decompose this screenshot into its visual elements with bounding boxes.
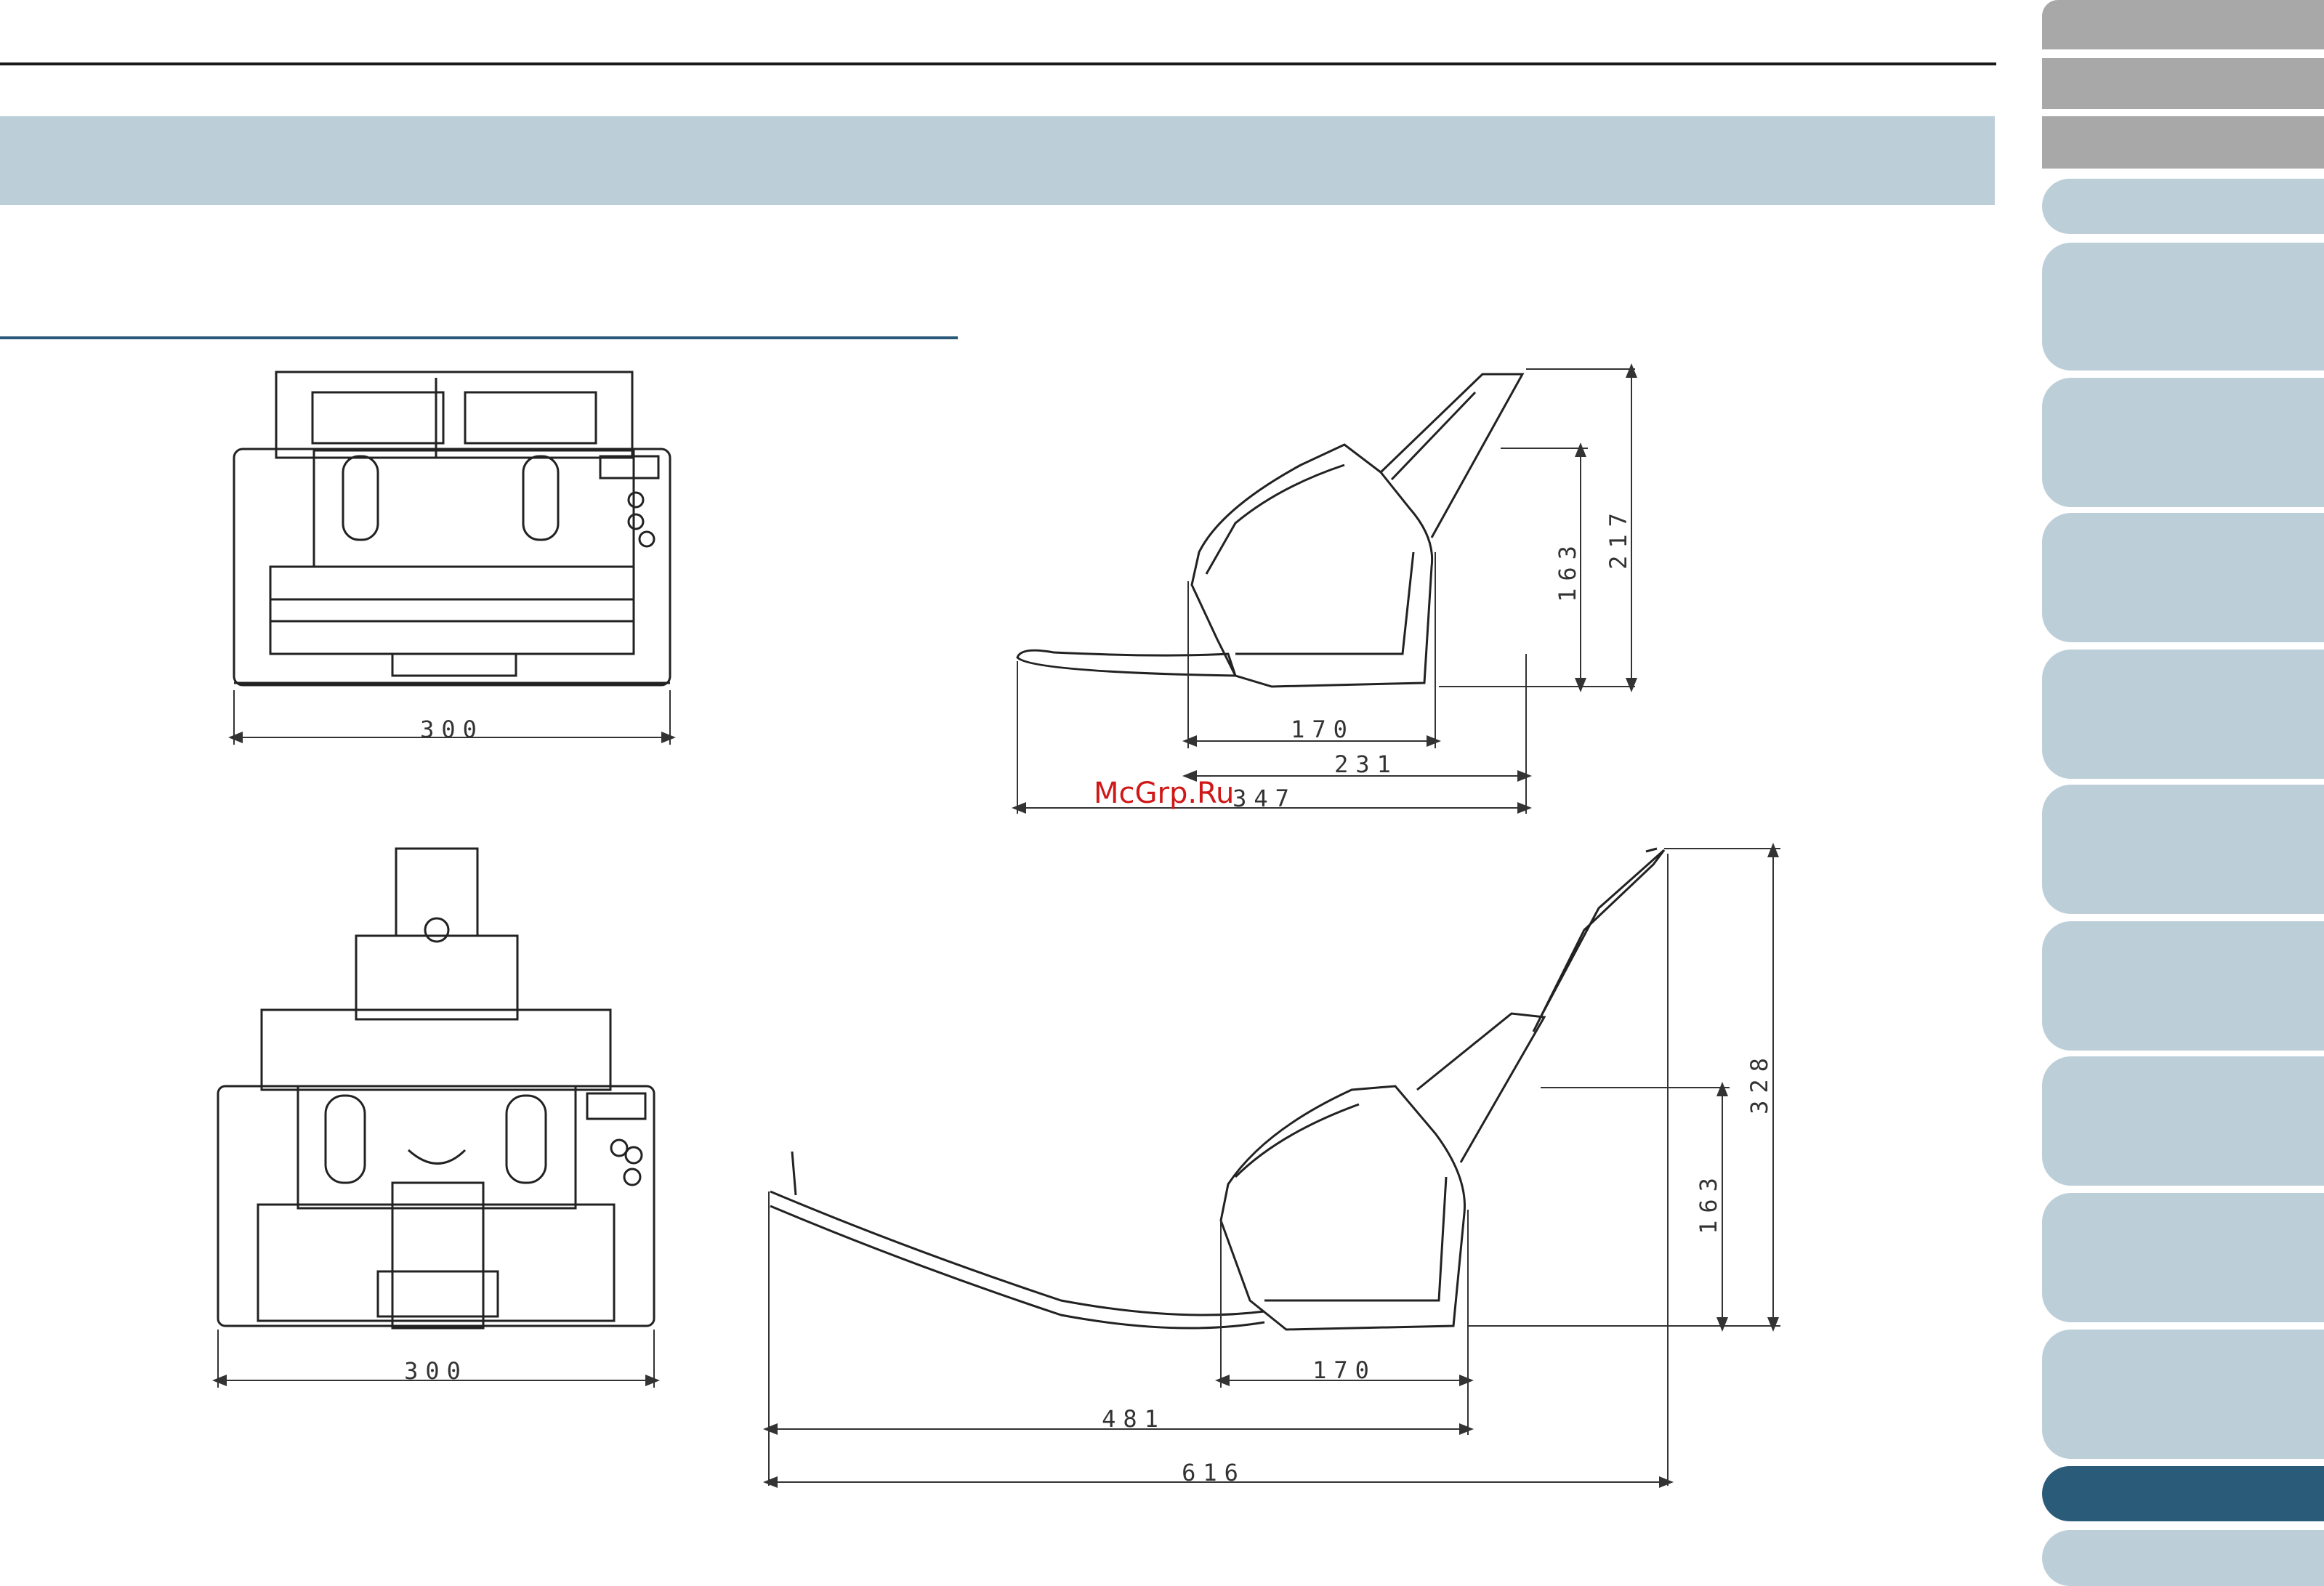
watermark: McGrp.Ru [1094,777,1234,810]
side-bottom-depth-2: 481 [1102,1405,1166,1433]
technical-drawings: 300 170 231 347 163 217 McGrp.Ru 300 170… [212,363,1780,1488]
side-top-depth-3: 347 [1232,785,1296,812]
side-top-depth-2: 231 [1334,750,1398,778]
side-top-height-1: 163 [1554,538,1581,602]
front-view-top [233,371,671,687]
side-bottom-height-1: 163 [1695,1170,1722,1234]
side-bottom-height-2: 328 [1746,1051,1773,1114]
front-view-bottom [217,847,655,1330]
front-bottom-width-label: 300 [404,1357,468,1385]
side-bottom-depth-3: 616 [1182,1459,1246,1486]
side-top-depth-1: 170 [1291,716,1355,743]
side-view-top [1016,373,1525,688]
front-top-width-label: 300 [420,716,484,743]
side-bottom-depth-1: 170 [1312,1356,1376,1384]
side-top-height-2: 217 [1605,506,1632,570]
dim-side-top [1012,363,1637,814]
side-view-bottom [770,847,1666,1331]
dim-side-bottom [763,843,1780,1488]
